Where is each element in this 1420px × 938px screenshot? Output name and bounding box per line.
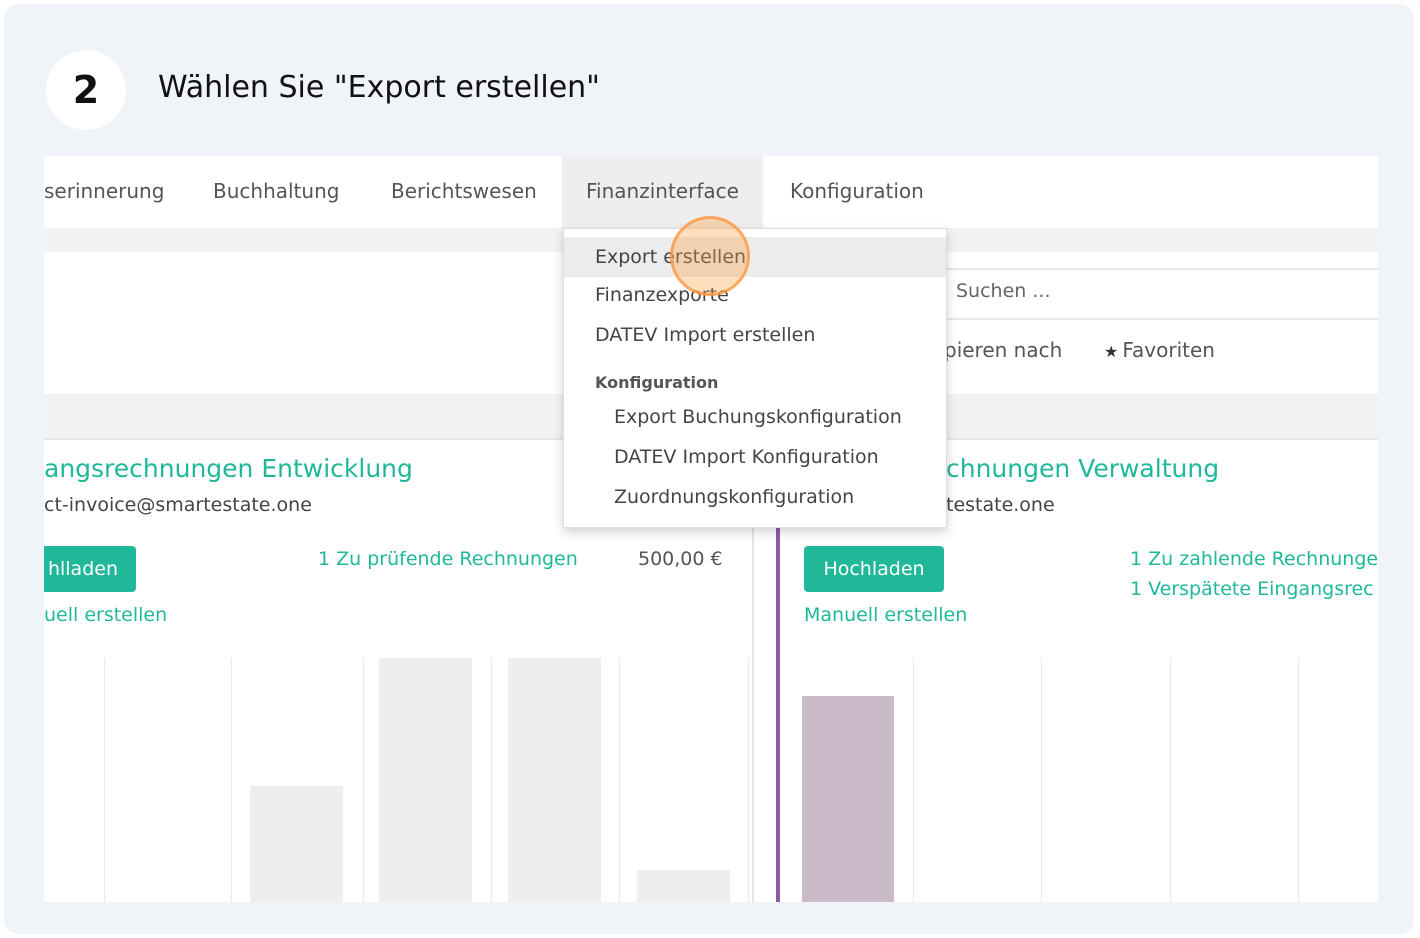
stat-link[interactable]: 1 Zu prüfende Rechnungen: [318, 548, 578, 570]
menu-item-zuordnungskonfiguration[interactable]: Zuordnungskonfiguration: [564, 477, 946, 517]
stat-link[interactable]: 1 Verspätete Eingangsrec: [1130, 578, 1374, 600]
journal-email: testate.one: [946, 494, 1055, 516]
menu-item-finanzexporte[interactable]: Finanzexporte: [564, 275, 946, 315]
journal-title[interactable]: angsrechnungen Entwicklung: [44, 454, 413, 483]
chart-gridline: [1298, 658, 1299, 902]
upload-button[interactable]: hlladen: [44, 546, 136, 592]
search-placeholder: Suchen ...: [956, 280, 1051, 302]
step-title: Wählen Sie "Export erstellen": [158, 70, 600, 105]
menu-item-export-erstellen[interactable]: Export erstellen: [564, 237, 946, 277]
chart-bar[interactable]: [508, 658, 601, 902]
menu-item-buchhaltung[interactable]: Buchhaltung: [213, 156, 339, 228]
upload-button[interactable]: Hochladen: [804, 546, 944, 592]
favorites-label: Favoriten: [1122, 338, 1215, 362]
chart-bar[interactable]: [379, 658, 472, 902]
chart-bar[interactable]: [802, 696, 894, 902]
chart-bar[interactable]: [250, 786, 343, 902]
journal-email: ct-invoice@smartestate.one: [44, 494, 312, 516]
finanzinterface-dropdown: Export erstellen Finanzexporte DATEV Imp…: [563, 228, 947, 528]
star-icon: ★: [1104, 342, 1119, 361]
menu-item-datev-import-konfiguration[interactable]: DATEV Import Konfiguration: [564, 437, 946, 477]
journal-title[interactable]: chnungen Verwaltung: [946, 454, 1219, 483]
menu-item-konfiguration[interactable]: Konfiguration: [790, 156, 924, 228]
chart-gridline: [913, 658, 914, 902]
favorites-button[interactable]: ★ Favoriten: [1104, 338, 1215, 362]
chart-gridline: [748, 658, 749, 902]
menu-item-berichtswesen[interactable]: Berichtswesen: [391, 156, 537, 228]
manual-create-link[interactable]: Manuell erstellen: [804, 604, 967, 626]
chart-gridline: [619, 658, 620, 902]
chart-gridline: [1170, 658, 1171, 902]
click-indicator: [670, 216, 750, 296]
dropdown-section-header: Konfiguration: [595, 373, 719, 392]
chart-gridline: [491, 658, 492, 902]
chart-gridline: [231, 658, 232, 902]
menu-item-zahlungserinnerung[interactable]: serinnerung: [44, 156, 164, 228]
menu-item-finanzinterface[interactable]: Finanzinterface: [562, 156, 763, 228]
chart-gridline: [104, 658, 105, 902]
chart-gridline: [1041, 658, 1042, 902]
menu-item-datev-import-erstellen[interactable]: DATEV Import erstellen: [564, 315, 946, 355]
chart-gridline: [363, 658, 364, 902]
menu-item-export-buchungskonfiguration[interactable]: Export Buchungskonfiguration: [564, 397, 946, 437]
app-screenshot: serinnerung Buchhaltung Berichtswesen Fi…: [44, 156, 1378, 902]
step-number-badge: 2: [46, 50, 126, 130]
stat-link[interactable]: 1 Zu zahlende Rechnunge: [1130, 548, 1378, 570]
amount-value: 500,00 €: [638, 548, 723, 570]
group-by-button[interactable]: pieren nach: [944, 338, 1062, 362]
chart-bar[interactable]: [637, 870, 730, 902]
manual-create-link[interactable]: uell erstellen: [44, 604, 167, 626]
